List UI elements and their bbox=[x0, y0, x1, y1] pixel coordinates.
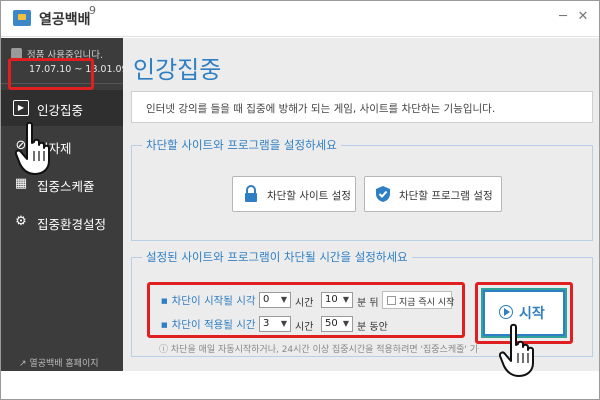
block-settings-group: 차단할 사이트와 프로그램을 설정하세요 차단할 사이트 설정 차단할 프로그램… bbox=[131, 137, 593, 241]
chevron-down-icon: ▼ bbox=[342, 319, 349, 328]
homepage-link[interactable]: ↗ 열공백배 홈페이지 bbox=[19, 356, 99, 369]
sidebar-item-label: 집중스케쥴 bbox=[37, 179, 95, 194]
hand-cursor-icon bbox=[499, 323, 534, 377]
apply-minute-unit: 분 동안 bbox=[357, 322, 388, 333]
chevron-down-icon: ▼ bbox=[280, 295, 287, 304]
schedule-group-title: 설정된 사이트와 프로그램이 차단될 시간을 설정하세요 bbox=[142, 249, 412, 265]
app-version: 9 bbox=[89, 4, 96, 17]
block-program-label: 차단할 프로그램 설정 bbox=[399, 190, 493, 202]
block-site-button[interactable]: 차단할 사이트 설정 bbox=[232, 176, 356, 212]
apply-minute-select[interactable]: 50 ▼ bbox=[321, 316, 353, 332]
checkbox-box[interactable] bbox=[387, 296, 396, 305]
start-hour-select[interactable]: 0 ▼ bbox=[259, 292, 291, 308]
start-minute-unit: 분 뒤 bbox=[357, 298, 379, 309]
block-program-button[interactable]: 차단할 프로그램 설정 bbox=[364, 176, 502, 212]
app-title: 열공백배 bbox=[39, 12, 91, 28]
start-minute-select[interactable]: 10 ▼ bbox=[321, 292, 353, 308]
description-box: 인터넷 강의를 들을 때 집중에 방해가 되는 게임, 사이트를 차단하는 기능… bbox=[131, 91, 593, 123]
highlight-frame-sidebar bbox=[8, 58, 94, 90]
title-bar: 열공백배 9 ─ ✕ bbox=[1, 1, 599, 37]
close-button[interactable]: ✕ bbox=[575, 9, 591, 25]
calendar-icon: ▦ bbox=[14, 176, 28, 191]
start-hour-value: 0 bbox=[263, 294, 270, 305]
minimize-button[interactable]: ─ bbox=[555, 9, 571, 25]
chevron-down-icon: ▼ bbox=[280, 319, 287, 328]
lock-icon bbox=[245, 185, 257, 202]
block-group-title: 차단할 사이트와 프로그램을 설정하세요 bbox=[142, 137, 341, 153]
gear-icon: ⚙ bbox=[15, 214, 27, 229]
apply-hour-select[interactable]: 3 ▼ bbox=[259, 316, 291, 332]
sidebar-item-label: 인강집중 bbox=[37, 103, 84, 118]
start-time-label: 차단이 시작될 시각 bbox=[161, 293, 256, 308]
external-link-icon: ↗ bbox=[19, 359, 27, 369]
apply-hour-value: 3 bbox=[263, 318, 270, 329]
chevron-down-icon: ▼ bbox=[342, 295, 349, 304]
sidebar-item-settings[interactable]: ⚙ 집중환경설정 bbox=[1, 204, 123, 240]
apply-minute-value: 50 bbox=[325, 318, 338, 329]
play-icon: ▶ bbox=[13, 100, 29, 116]
app-window: 열공백배 9 ─ ✕ 정품 사용중입니다. 17.07.10 ~ 18.01.0… bbox=[0, 0, 600, 400]
hand-cursor-icon bbox=[15, 121, 50, 175]
start-button-label: 시작 bbox=[519, 306, 545, 322]
block-site-label: 차단할 사이트 설정 bbox=[267, 190, 351, 202]
homepage-link-label: 열공백배 홈페이지 bbox=[29, 359, 99, 369]
apply-hour-unit: 시간 bbox=[295, 322, 314, 333]
start-minute-value: 10 bbox=[325, 294, 338, 305]
page-title: 인강집중 bbox=[133, 56, 222, 84]
start-now-checkbox[interactable]: 지금 즉시 시작 bbox=[382, 291, 455, 309]
apply-duration-label: 차단이 적용될 시간 bbox=[161, 317, 256, 332]
sidebar-item-label: 집중환경설정 bbox=[37, 217, 107, 232]
start-now-label: 지금 즉시 시작 bbox=[399, 298, 455, 308]
description-text: 인터넷 강의를 들을 때 집중에 방해가 되는 게임, 사이트를 차단하는 기능… bbox=[146, 103, 496, 115]
shield-check-icon bbox=[376, 186, 390, 202]
info-icon: ⓘ bbox=[159, 345, 169, 355]
schedule-note: ⓘ 차단을 매일 자동시작하거나, 24시간 이상 집중시간을 적용하려면 '집… bbox=[159, 342, 479, 355]
schedule-note-text: 차단을 매일 자동시작하거나, 24시간 이상 집중시간을 적용하려면 '집중스… bbox=[170, 345, 479, 355]
play-circle-icon bbox=[499, 305, 513, 319]
app-logo-icon bbox=[13, 10, 31, 26]
start-hour-unit: 시간 bbox=[295, 298, 314, 309]
